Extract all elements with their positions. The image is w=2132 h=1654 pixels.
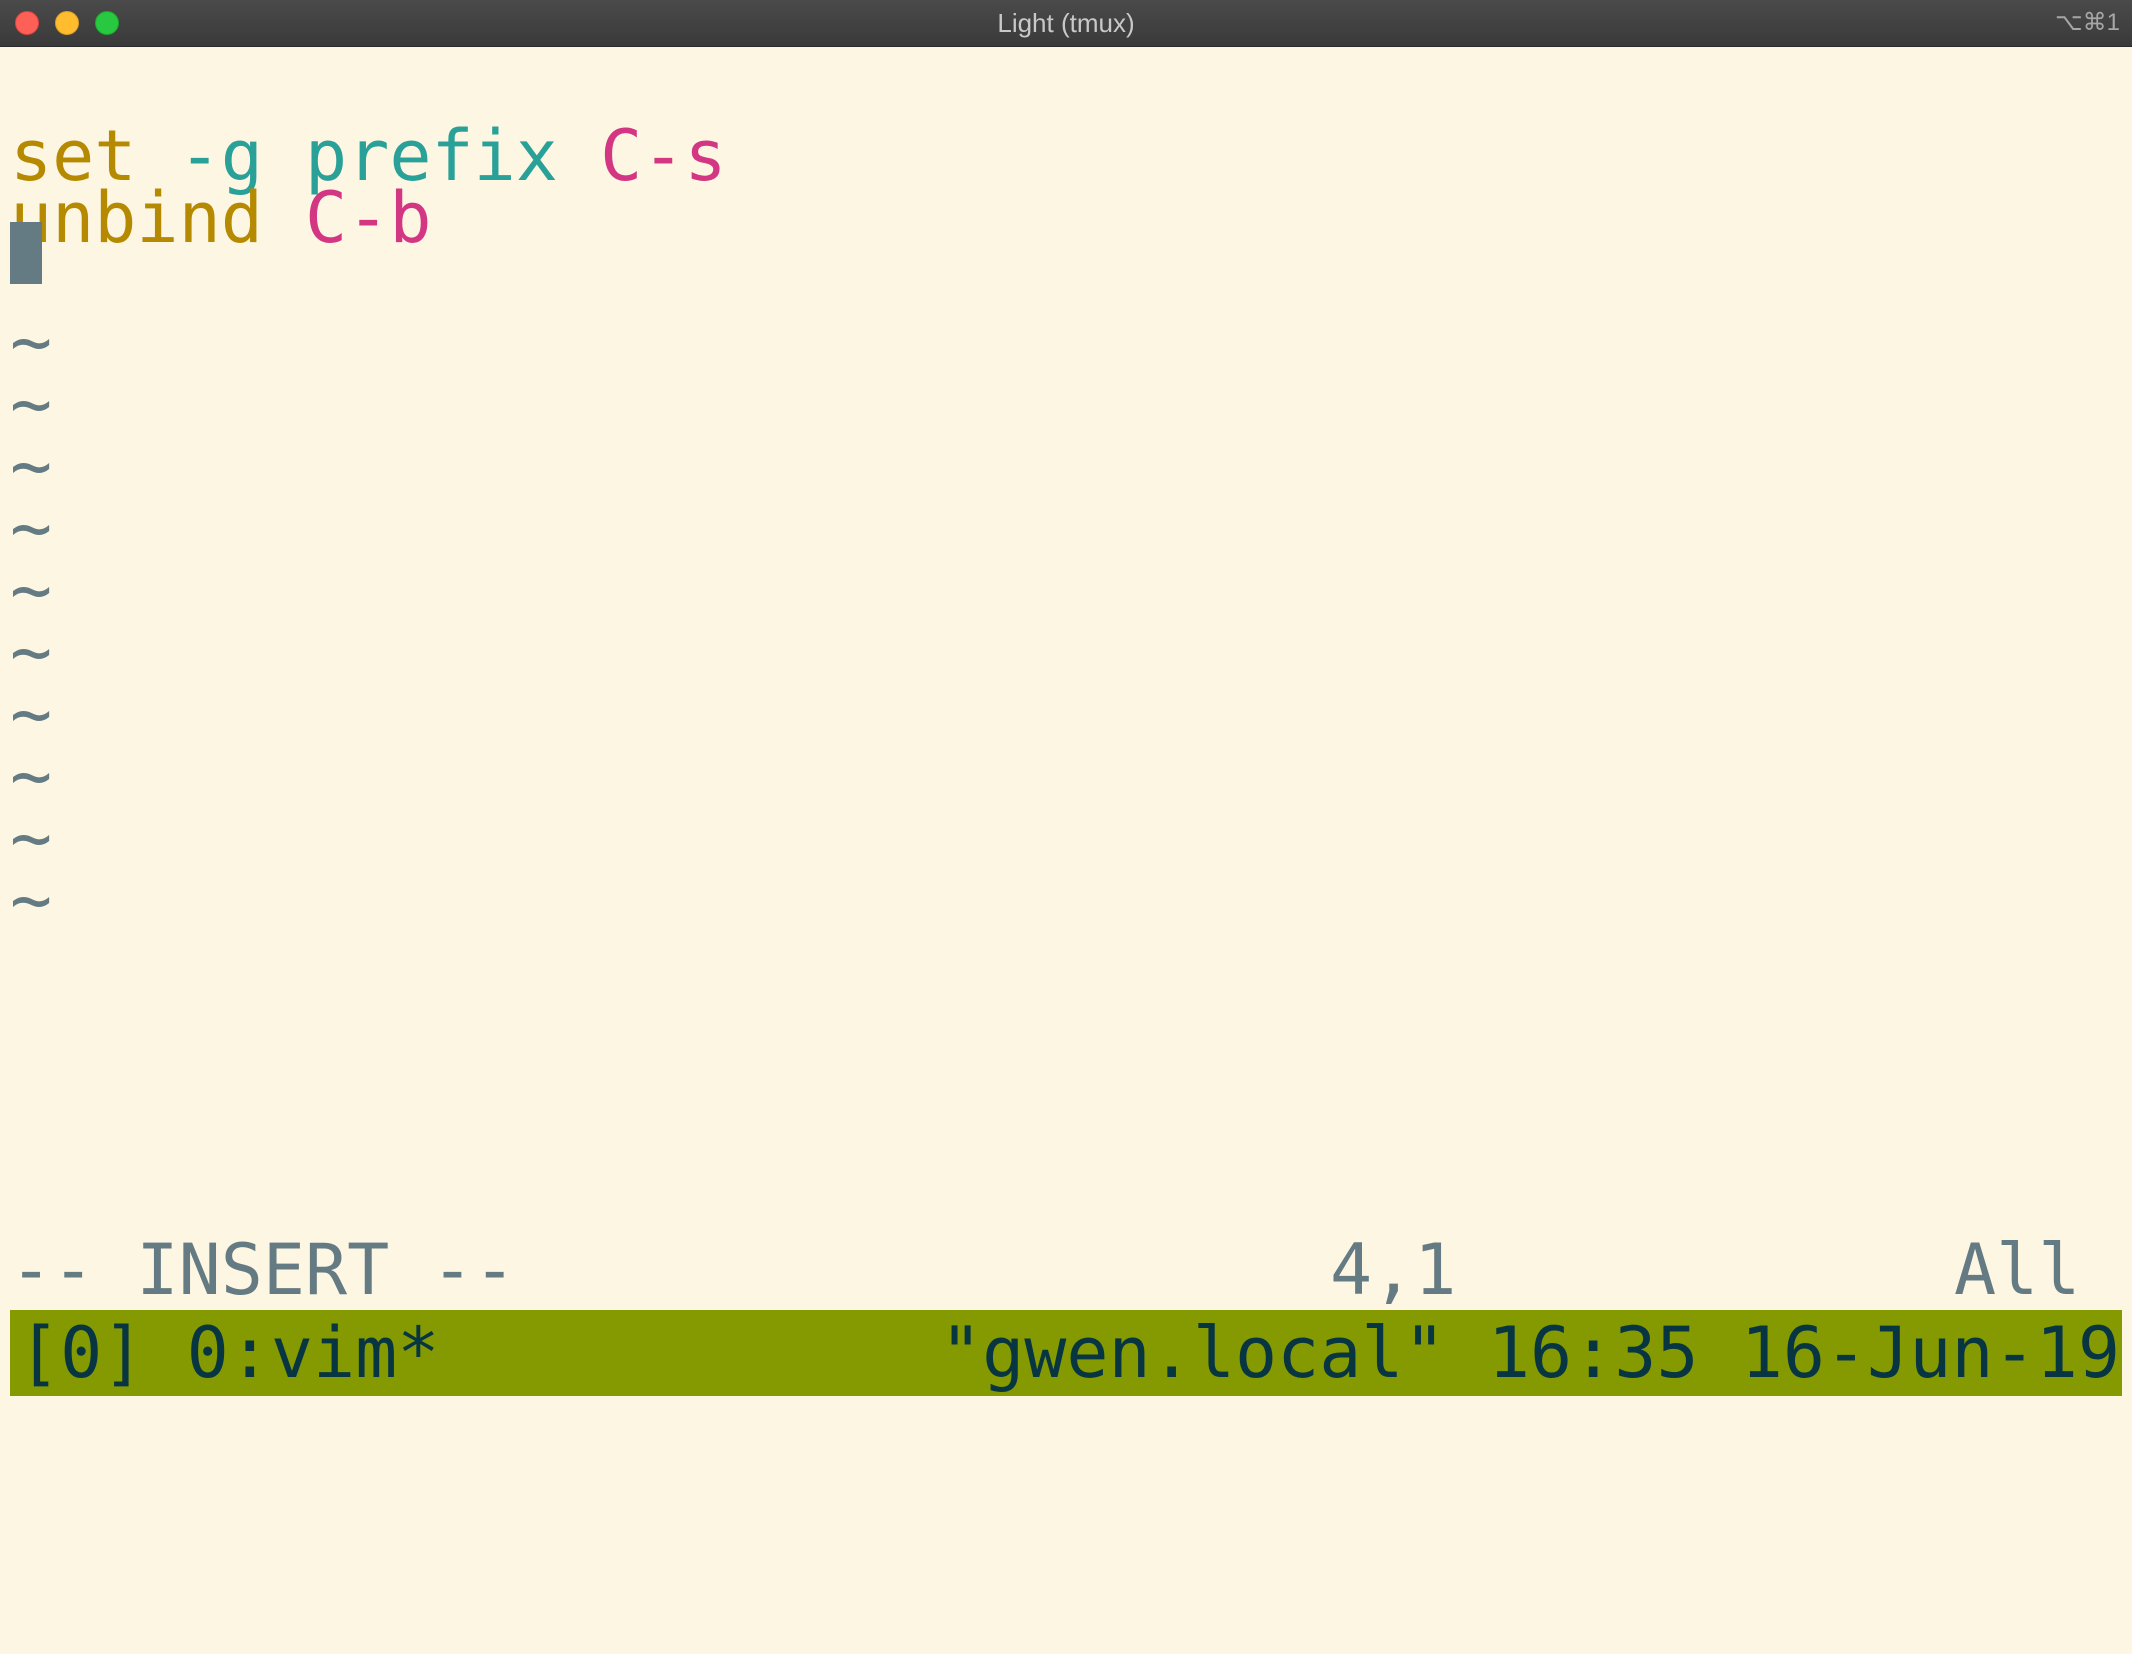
tmux-window-list[interactable]: [0] 0:vim* (18, 1310, 439, 1396)
code-line-2: unbind C-b (10, 176, 431, 260)
text-cursor (10, 222, 42, 284)
empty-line-marker: ~ (10, 859, 53, 941)
terminal-window: Light (tmux) ⌥⌘1 set -g prefix C-s unbin… (0, 0, 2132, 1398)
terminal-content[interactable]: set -g prefix C-s unbind C-b ~ ~ ~ ~ ~ ~… (10, 46, 2124, 1398)
tmux-status-right: "gwen.local" 16:35 16-Jun-19 (939, 1312, 2120, 1394)
key-token: C-b (305, 177, 432, 259)
cursor-position: 4,1 (1330, 1229, 1457, 1311)
title-bar: Light (tmux) ⌥⌘1 (0, 0, 2132, 47)
window-shortcut: ⌥⌘1 (2054, 9, 2120, 36)
key-token: C-s (600, 115, 727, 197)
keyword-token: unbind (10, 177, 263, 259)
window-title: Light (tmux) (997, 8, 1135, 38)
vim-command-line: -- INSERT -- 4,1 All (10, 1228, 2124, 1312)
tmux-status-bar: [0] 0:vim* "gwen.local" 16:35 16-Jun-19 (10, 1310, 2122, 1396)
scroll-indicator: All (1954, 1229, 2081, 1311)
vim-mode-indicator: -- INSERT -- (10, 1229, 516, 1311)
